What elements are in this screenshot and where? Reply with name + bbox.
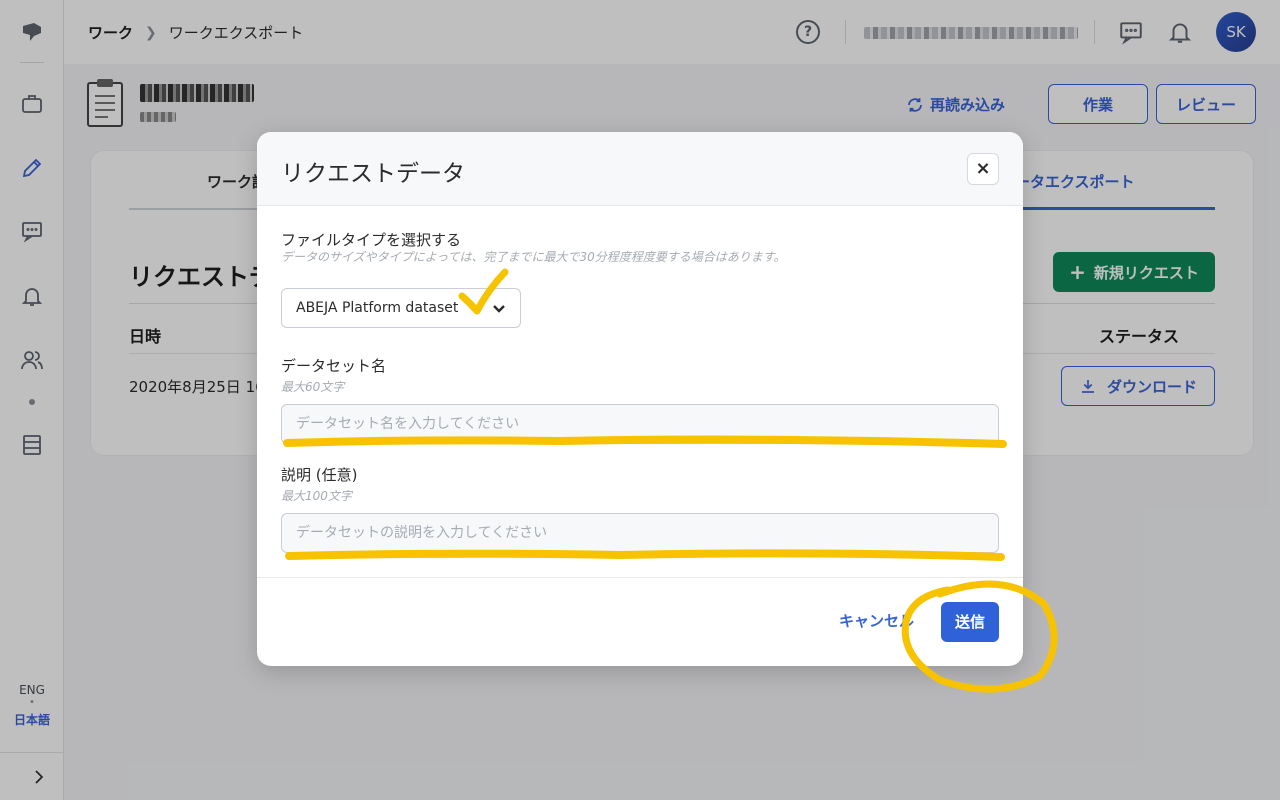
close-icon[interactable]: × — [967, 153, 999, 185]
cancel-button[interactable]: キャンセル — [839, 610, 914, 631]
description-hint: 最大100文字 — [281, 489, 352, 503]
modal-title: リクエストデータ — [281, 161, 465, 187]
modal-header: リクエストデータ × — [257, 132, 1023, 206]
dataset-name-hint: 最大60文字 — [281, 380, 345, 394]
dataset-name-label: データセット名 — [281, 357, 387, 375]
filetype-select[interactable]: ABEJA Platform dataset — [281, 288, 521, 328]
description-input[interactable] — [281, 513, 999, 553]
filetype-label: ファイルタイプを選択する — [281, 231, 462, 249]
submit-button[interactable]: 送信 — [941, 602, 999, 642]
filetype-value: ABEJA Platform dataset — [296, 300, 459, 316]
filetype-hint: データのサイズやタイプによっては、完了までに最大で30分程度程度要する場合はあり… — [281, 250, 786, 264]
modal-footer-divider — [257, 577, 1023, 578]
dataset-name-input[interactable] — [281, 404, 999, 444]
request-data-modal: リクエストデータ × ファイルタイプを選択する データのサイズやタイプによっては… — [257, 132, 1023, 666]
chevron-down-icon — [493, 305, 505, 313]
description-label: 説明 (任意) — [281, 466, 358, 484]
